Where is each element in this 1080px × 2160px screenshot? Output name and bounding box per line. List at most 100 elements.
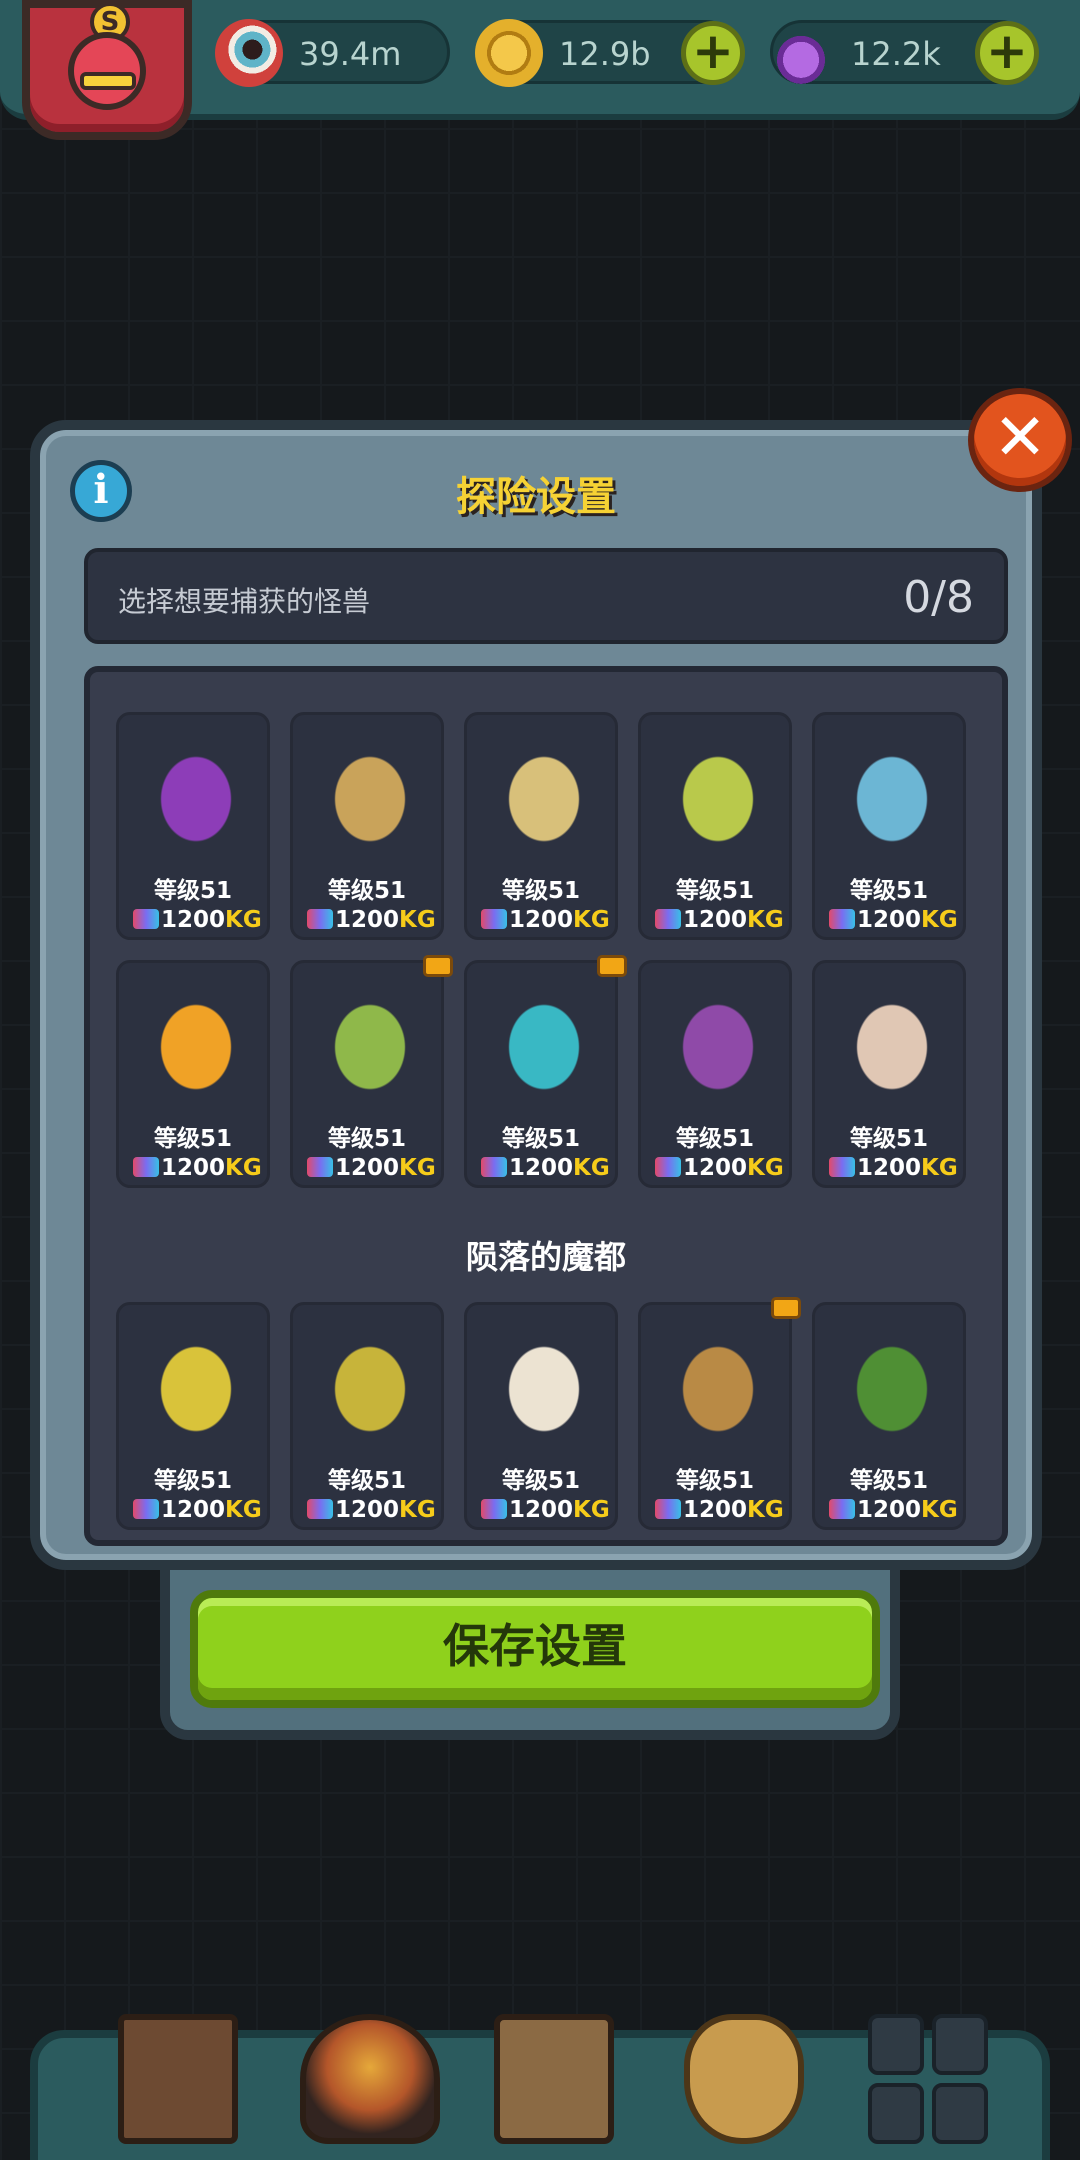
resource-potion: 12.2k +	[767, 19, 1039, 87]
monster-weight: 1200KG	[307, 1155, 436, 1181]
monster-card[interactable]: 等级51 1200KG	[464, 955, 627, 1188]
monster-card[interactable]: 等级51 1200KG	[812, 1302, 966, 1530]
monster-weight: 1200KG	[307, 1497, 436, 1523]
region-title: 陨落的魔都	[465, 1238, 626, 1276]
weight-value: 1200	[683, 1497, 748, 1523]
monster-weight: 1200KG	[655, 1497, 784, 1523]
monster-card[interactable]: 等级51 1200KG	[638, 960, 792, 1188]
monster-list-panel[interactable]: 等级51 1200KG 等级51 1200KG 等级51 1200KG 等级51 1200KG…	[84, 666, 1008, 1546]
monster-icon	[663, 1323, 773, 1443]
monster-slot-icon	[868, 2083, 924, 2144]
monster-icon	[315, 981, 425, 1101]
expedition-settings-dialog: i 探险设置 ✕ 选择想要捕获的怪兽 0/8 等级51 1200KG 等级51 120…	[30, 388, 1072, 1708]
monster-level: 等级51	[153, 1468, 232, 1494]
monster-card[interactable]: 等级51 1200KG	[464, 712, 618, 940]
monster-icon	[663, 981, 773, 1101]
resource-eyes-value: 39.4m	[299, 35, 402, 73]
weight-value: 1200	[335, 1497, 400, 1523]
weight-tag-icon	[133, 1157, 159, 1177]
monster-weight: 1200KG	[829, 1497, 958, 1523]
monster-card[interactable]: 等级51 1200KG	[290, 712, 444, 940]
weight-tag-icon	[307, 1157, 333, 1177]
monster-card[interactable]: 等级51 1200KG	[290, 955, 453, 1188]
coin-icon	[475, 19, 543, 87]
monster-card[interactable]: 等级51 1200KG	[464, 1302, 618, 1530]
monster-level: 等级51	[849, 878, 928, 904]
selection-instruction: 选择想要捕获的怪兽	[118, 585, 371, 618]
monster-slot-icon	[932, 2083, 988, 2144]
close-button[interactable]: ✕	[968, 388, 1072, 492]
monster-weight: 1200KG	[829, 1155, 958, 1181]
monster-card[interactable]: 等级51 1200KG	[638, 712, 792, 940]
weight-tag-icon	[829, 1157, 855, 1177]
monster-weight: 1200KG	[655, 907, 784, 933]
dialog-title: 探险设置	[456, 474, 616, 520]
monster-teeth	[80, 72, 136, 90]
monster-face-icon	[68, 32, 146, 110]
monster-grid-icon[interactable]	[868, 2014, 988, 2144]
weight-unit: KG	[747, 1155, 784, 1181]
monster-card[interactable]: 等级51 1200KG	[812, 960, 966, 1188]
weight-tag-icon	[829, 1499, 855, 1519]
monster-icon	[489, 1323, 599, 1443]
monster-weight: 1200KG	[481, 907, 610, 933]
weight-unit: KG	[921, 1497, 958, 1523]
weight-unit: KG	[225, 1155, 262, 1181]
monster-level: 等级51	[501, 1126, 580, 1152]
weight-tag-icon	[655, 1499, 681, 1519]
weight-tag-icon	[307, 909, 333, 929]
weight-unit: KG	[225, 907, 262, 933]
monster-card[interactable]: 等级51 1200KG	[116, 712, 270, 940]
monster-grid-group2: 等级51 1200KG 等级51 1200KG 等级51 1200KG 等级51 1200KG…	[116, 1297, 996, 1530]
monster-grid-group1: 等级51 1200KG 等级51 1200KG 等级51 1200KG 等级51 1200KG…	[116, 712, 996, 1188]
monster-level: 等级51	[849, 1126, 928, 1152]
weight-value: 1200	[509, 1155, 574, 1181]
shop-building-icon[interactable]	[118, 2014, 238, 2144]
weight-unit: KG	[921, 1155, 958, 1181]
resource-coins-value: 12.9b	[559, 35, 651, 73]
monster-card[interactable]: 等级51 1200KG	[812, 712, 966, 940]
book-icon[interactable]	[494, 2014, 614, 2144]
crown-badge-icon	[423, 955, 453, 977]
loot-bag-icon[interactable]	[684, 2014, 804, 2144]
weight-value: 1200	[509, 907, 574, 933]
monster-level: 等级51	[327, 1468, 406, 1494]
weight-unit: KG	[399, 1155, 436, 1181]
save-settings-button[interactable]: 保存设置	[190, 1590, 880, 1708]
monster-level: 等级51	[327, 1126, 406, 1152]
monster-level: 等级51	[327, 878, 406, 904]
monster-card[interactable]: 等级51 1200KG	[116, 960, 270, 1188]
monster-card[interactable]: 等级51 1200KG	[116, 1302, 270, 1530]
add-coins-button[interactable]: +	[681, 21, 745, 85]
monster-icon	[141, 733, 251, 853]
monster-weight: 1200KG	[307, 907, 436, 933]
monster-icon	[489, 981, 599, 1101]
weight-value: 1200	[161, 1155, 226, 1181]
weight-value: 1200	[683, 1155, 748, 1181]
monster-weight: 1200KG	[481, 1497, 610, 1523]
monster-level: 等级51	[849, 1468, 928, 1494]
monster-weight: 1200KG	[829, 907, 958, 933]
resource-bar: S 39.4m 12.9b + 12.2k +	[0, 0, 1080, 140]
weight-tag-icon	[133, 909, 159, 929]
monster-level: 等级51	[675, 878, 754, 904]
weight-unit: KG	[747, 907, 784, 933]
monster-level: 等级51	[153, 1126, 232, 1152]
monster-card[interactable]: 等级51 1200KG	[290, 1302, 444, 1530]
weight-tag-icon	[655, 909, 681, 929]
weight-tag-icon	[133, 1499, 159, 1519]
monster-icon	[489, 733, 599, 853]
weight-value: 1200	[161, 907, 226, 933]
weight-value: 1200	[335, 1155, 400, 1181]
monster-card[interactable]: 等级51 1200KG	[638, 1297, 801, 1530]
player-avatar[interactable]: S	[22, 0, 192, 140]
monster-lair-icon[interactable]	[300, 2014, 440, 2144]
potion-icon	[767, 19, 835, 87]
monster-slot-icon	[868, 2014, 924, 2075]
monster-icon	[141, 1323, 251, 1443]
monster-icon	[837, 981, 947, 1101]
monster-weight: 1200KG	[481, 1155, 610, 1181]
monster-level: 等级51	[501, 1468, 580, 1494]
monster-level: 等级51	[675, 1468, 754, 1494]
add-potion-button[interactable]: +	[975, 21, 1039, 85]
